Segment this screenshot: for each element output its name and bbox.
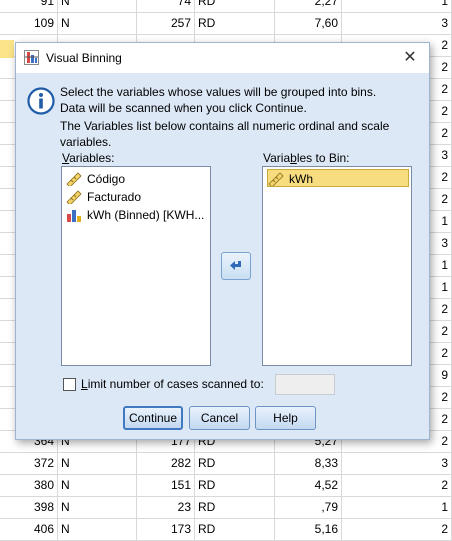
- bar-chart-icon: [67, 210, 81, 222]
- table-cell[interactable]: 4,52: [275, 475, 342, 496]
- table-row: 372 N 282 RD 8,33 3: [0, 453, 452, 475]
- row-selection-marker: [0, 40, 14, 58]
- table-cell[interactable]: N: [58, 475, 137, 496]
- table-cell[interactable]: RD: [195, 13, 275, 34]
- continue-button[interactable]: Continue: [123, 406, 183, 430]
- variables-to-bin-label: Variables to Bin:: [263, 151, 350, 165]
- table-cell[interactable]: 109: [0, 13, 58, 34]
- table-cell[interactable]: 8,33: [275, 453, 342, 474]
- visual-binning-dialog: Visual Binning ✕ Select the variables wh…: [15, 42, 430, 440]
- table-cell[interactable]: 1: [342, 0, 452, 12]
- arrow-left-icon: [230, 261, 241, 270]
- table-cell[interactable]: 257: [137, 13, 195, 34]
- table-row: 109 N 257 RD 7,60 3: [0, 13, 452, 35]
- table-cell[interactable]: N: [58, 497, 137, 518]
- limit-cases-label: Limit number of cases scanned to:: [81, 377, 264, 391]
- message-line-2: Data will be scanned when you click Cont…: [60, 101, 307, 115]
- table-cell[interactable]: N: [58, 453, 137, 474]
- table-row: 398 N 23 RD ,79 1: [0, 497, 452, 519]
- list-item-kwh[interactable]: kWh: [267, 169, 409, 187]
- ruler-icon: [66, 172, 82, 186]
- table-cell[interactable]: 91: [0, 0, 58, 12]
- message-line-1: Select the variables whose values will b…: [60, 85, 377, 99]
- table-cell[interactable]: N: [58, 13, 137, 34]
- variables-label: Variables:: [62, 151, 115, 165]
- table-cell[interactable]: RD: [195, 475, 275, 496]
- ruler-icon: [66, 190, 82, 204]
- table-cell[interactable]: ,79: [275, 497, 342, 518]
- table-cell[interactable]: 282: [137, 453, 195, 474]
- limit-cases-checkbox[interactable]: [63, 378, 76, 391]
- variables-to-bin-list[interactable]: kWh: [262, 166, 412, 366]
- close-icon: ✕: [403, 49, 417, 66]
- help-button[interactable]: Help: [255, 406, 316, 430]
- table-cell[interactable]: 2: [342, 475, 452, 496]
- table-cell[interactable]: 372: [0, 453, 58, 474]
- table-row: 380 N 151 RD 4,52 2: [0, 475, 452, 497]
- table-row: 406 N 173 RD 5,16 2: [0, 519, 452, 541]
- table-cell[interactable]: 1: [342, 497, 452, 518]
- dialog-title: Visual Binning: [46, 51, 122, 65]
- message-line-3: The Variables list below contains all nu…: [60, 119, 390, 133]
- table-cell[interactable]: 3: [342, 13, 452, 34]
- message-line-4: variables.: [60, 135, 112, 149]
- table-cell[interactable]: RD: [195, 453, 275, 474]
- table-cell[interactable]: 3: [342, 453, 452, 474]
- table-cell[interactable]: 398: [0, 497, 58, 518]
- ruler-icon: [268, 172, 284, 186]
- visual-binning-app-icon: [24, 50, 39, 65]
- info-icon: [27, 87, 55, 115]
- table-cell[interactable]: 380: [0, 475, 58, 496]
- variables-list[interactable]: Código Facturado kWh (Binned) [KWH...: [61, 166, 211, 366]
- limit-cases-input[interactable]: [275, 374, 335, 395]
- table-cell[interactable]: 151: [137, 475, 195, 496]
- table-cell[interactable]: RD: [195, 497, 275, 518]
- cancel-button[interactable]: Cancel: [189, 406, 250, 430]
- table-cell[interactable]: 7,60: [275, 13, 342, 34]
- close-button[interactable]: ✕: [399, 47, 421, 69]
- move-to-source-button[interactable]: [221, 252, 251, 280]
- table-cell[interactable]: RD: [195, 0, 275, 12]
- table-row: 91 N 74 RD 2,27 1: [0, 0, 452, 13]
- table-cell[interactable]: 74: [137, 0, 195, 12]
- table-cell[interactable]: N: [58, 0, 137, 12]
- table-cell[interactable]: 2,27: [275, 0, 342, 12]
- dialog-titlebar: Visual Binning ✕: [16, 43, 429, 73]
- table-cell[interactable]: 23: [137, 497, 195, 518]
